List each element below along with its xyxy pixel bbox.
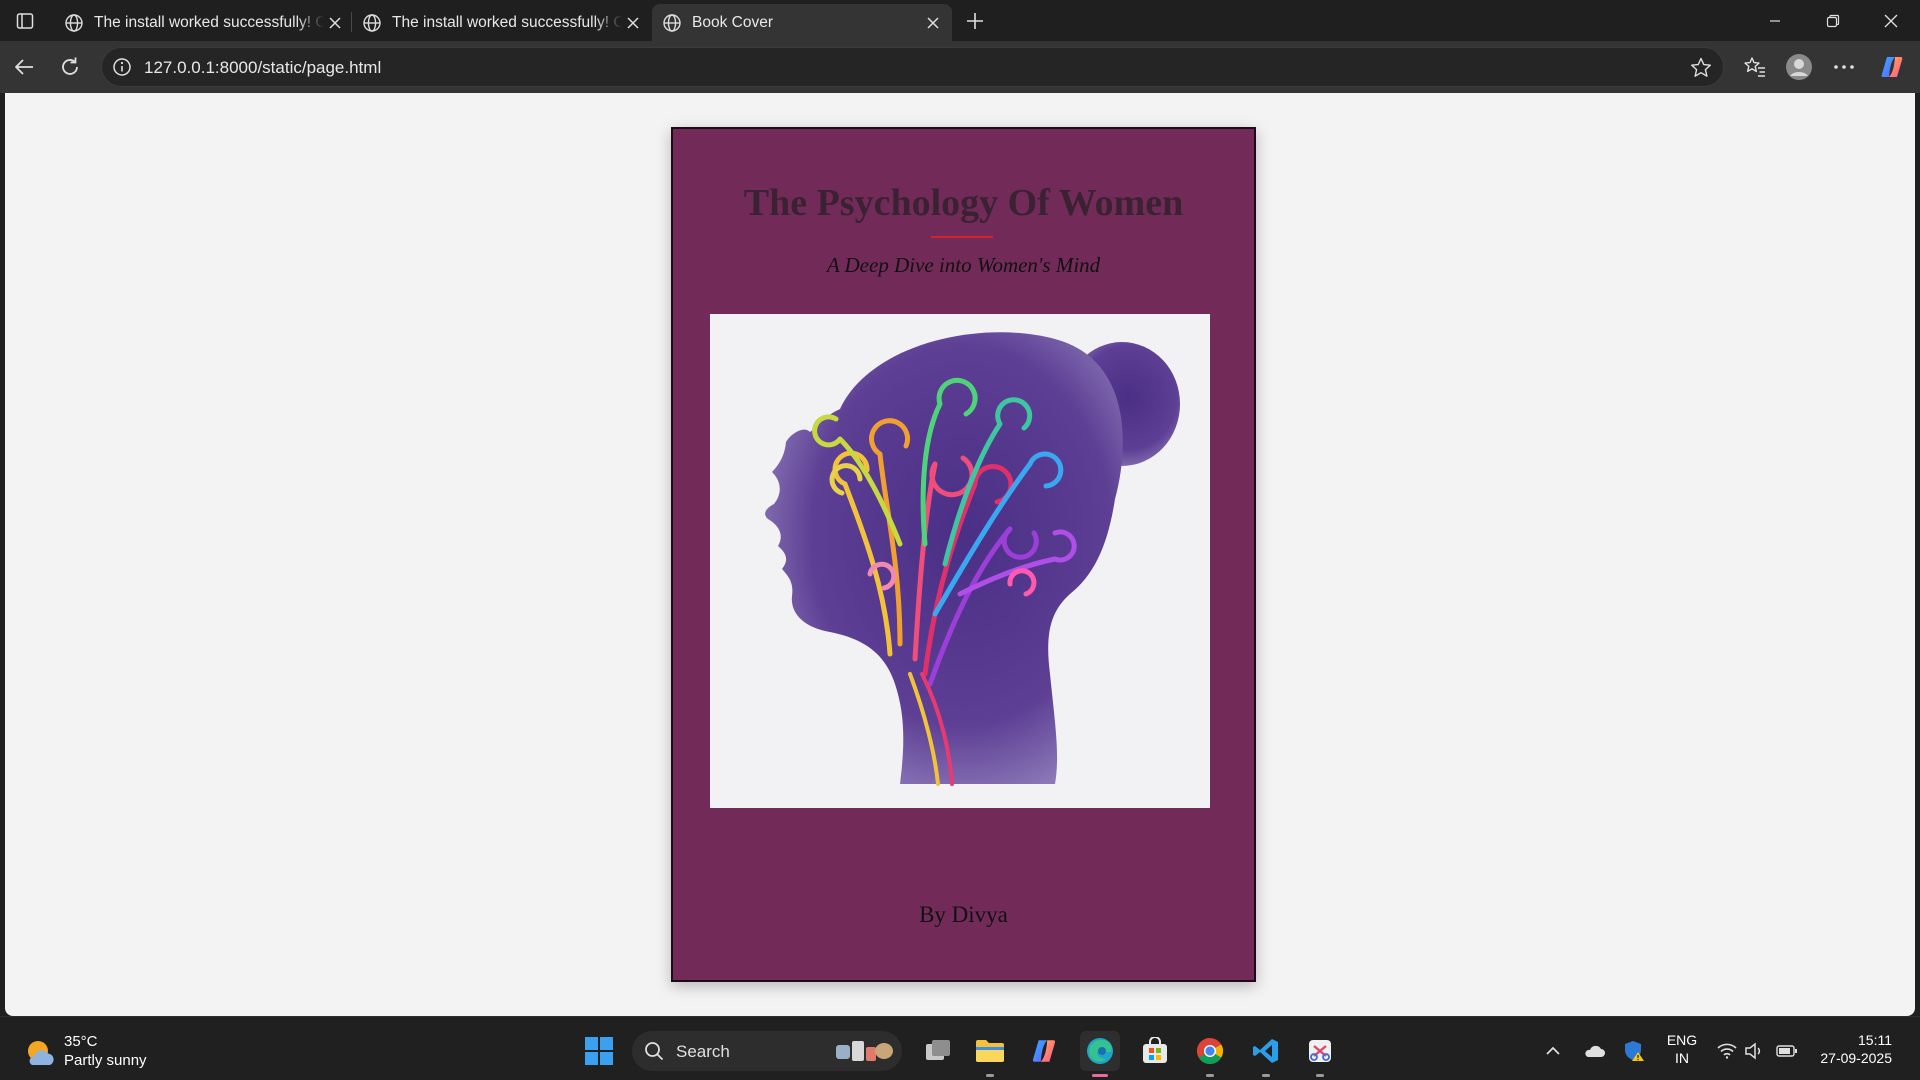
close-tab-icon[interactable]: [325, 13, 345, 33]
favorites-icon[interactable]: [1739, 51, 1771, 83]
copilot-icon[interactable]: [1876, 51, 1908, 83]
partly-sunny-icon: [28, 1041, 54, 1065]
weather-condition: Partly sunny: [64, 1052, 147, 1069]
globe-icon: [65, 14, 83, 32]
restore-icon[interactable]: [1810, 6, 1856, 36]
active-indicator: [1092, 1074, 1108, 1077]
tab-django-install-2[interactable]: The install worked successfully! Congrat…: [352, 4, 650, 41]
clock-date: 27-09-2025: [1820, 1050, 1892, 1066]
more-options-icon[interactable]: [1828, 51, 1860, 83]
close-tab-icon[interactable]: [923, 13, 943, 33]
profile-avatar-icon[interactable]: [1783, 51, 1815, 83]
tab-title: Book Cover: [692, 14, 773, 31]
globe-icon: [663, 14, 681, 32]
running-indicator: [986, 1074, 994, 1077]
close-tab-icon[interactable]: [623, 13, 643, 33]
task-view-icon[interactable]: [918, 1031, 958, 1071]
tab-strip: The install worked successfully! Congrat…: [0, 0, 1920, 41]
woman-head-silhouette-icon: [765, 332, 1180, 786]
title-divider: [931, 236, 993, 238]
address-bar[interactable]: 127.0.0.1:8000/static/page.html: [101, 47, 1724, 87]
system-clock[interactable]: 15:11 27-09-2025: [1808, 1031, 1892, 1067]
page-viewport: The Psychology Of Women A Deep Dive into…: [5, 93, 1915, 1016]
windows-taskbar: 35°C Partly sunny Search ENG IN 15:11 27…: [0, 1016, 1920, 1080]
cover-illustration: [710, 314, 1210, 808]
copilot-app-icon[interactable]: [1024, 1031, 1064, 1071]
browser-toolbar: 127.0.0.1:8000/static/page.html: [0, 41, 1920, 93]
wifi-icon[interactable]: [1715, 1039, 1739, 1063]
book-subtitle: A Deep Dive into Women's Mind: [826, 253, 1101, 277]
tab-title: The install worked successfully! Congrat…: [392, 14, 622, 31]
vscode-icon[interactable]: [1246, 1031, 1286, 1077]
site-info-icon[interactable]: [112, 57, 132, 77]
battery-icon[interactable]: [1775, 1039, 1799, 1063]
start-windows-icon[interactable]: [579, 1031, 619, 1071]
running-indicator: [1316, 1074, 1324, 1077]
minimize-icon[interactable]: [1752, 6, 1798, 36]
tab-actions-icon[interactable]: [10, 8, 40, 34]
microsoft-store-icon[interactable]: [1135, 1031, 1175, 1071]
file-explorer-icon[interactable]: [970, 1031, 1010, 1077]
running-indicator: [1206, 1074, 1214, 1077]
back-arrow-icon[interactable]: [8, 51, 40, 83]
close-window-icon[interactable]: [1868, 6, 1914, 36]
search-icon: [645, 1042, 664, 1061]
clock-time: 15:11: [1858, 1032, 1892, 1048]
refresh-icon[interactable]: [54, 51, 86, 83]
globe-icon: [363, 14, 381, 32]
weather-widget[interactable]: 35°C Partly sunny: [24, 1031, 184, 1071]
running-indicator: [1262, 1074, 1270, 1077]
taskbar-search[interactable]: Search: [632, 1031, 902, 1071]
book-title: The Psychology Of Women: [743, 182, 1184, 224]
language-code: ENG: [1666, 1032, 1698, 1048]
new-tab-plus-icon[interactable]: [962, 8, 988, 34]
security-shield-icon[interactable]: [1622, 1039, 1646, 1063]
onedrive-cloud-icon[interactable]: [1582, 1039, 1606, 1063]
chrome-icon[interactable]: [1190, 1031, 1230, 1077]
search-label: Search: [676, 1042, 730, 1061]
language-region: IN: [1675, 1050, 1689, 1066]
url-text[interactable]: 127.0.0.1:8000/static/page.html: [144, 58, 381, 78]
tab-title: The install worked successfully! Congrat…: [94, 14, 324, 31]
input-language[interactable]: ENG IN: [1664, 1031, 1700, 1067]
favorite-star-icon[interactable]: [1689, 56, 1713, 80]
edge-browser-icon[interactable]: [1080, 1031, 1120, 1077]
weather-temperature: 35°C: [64, 1033, 98, 1050]
tab-book-cover[interactable]: Book Cover: [652, 4, 952, 41]
chevron-up-icon[interactable]: [1541, 1039, 1565, 1063]
snipping-tool-icon[interactable]: [1300, 1031, 1340, 1077]
tab-django-install-1[interactable]: The install worked successfully! Congrat…: [54, 4, 352, 41]
book-cover: The Psychology Of Women A Deep Dive into…: [671, 127, 1256, 982]
book-author: By Divya: [919, 902, 1008, 927]
volume-icon[interactable]: [1742, 1039, 1766, 1063]
search-highlight-icon: [836, 1041, 893, 1061]
